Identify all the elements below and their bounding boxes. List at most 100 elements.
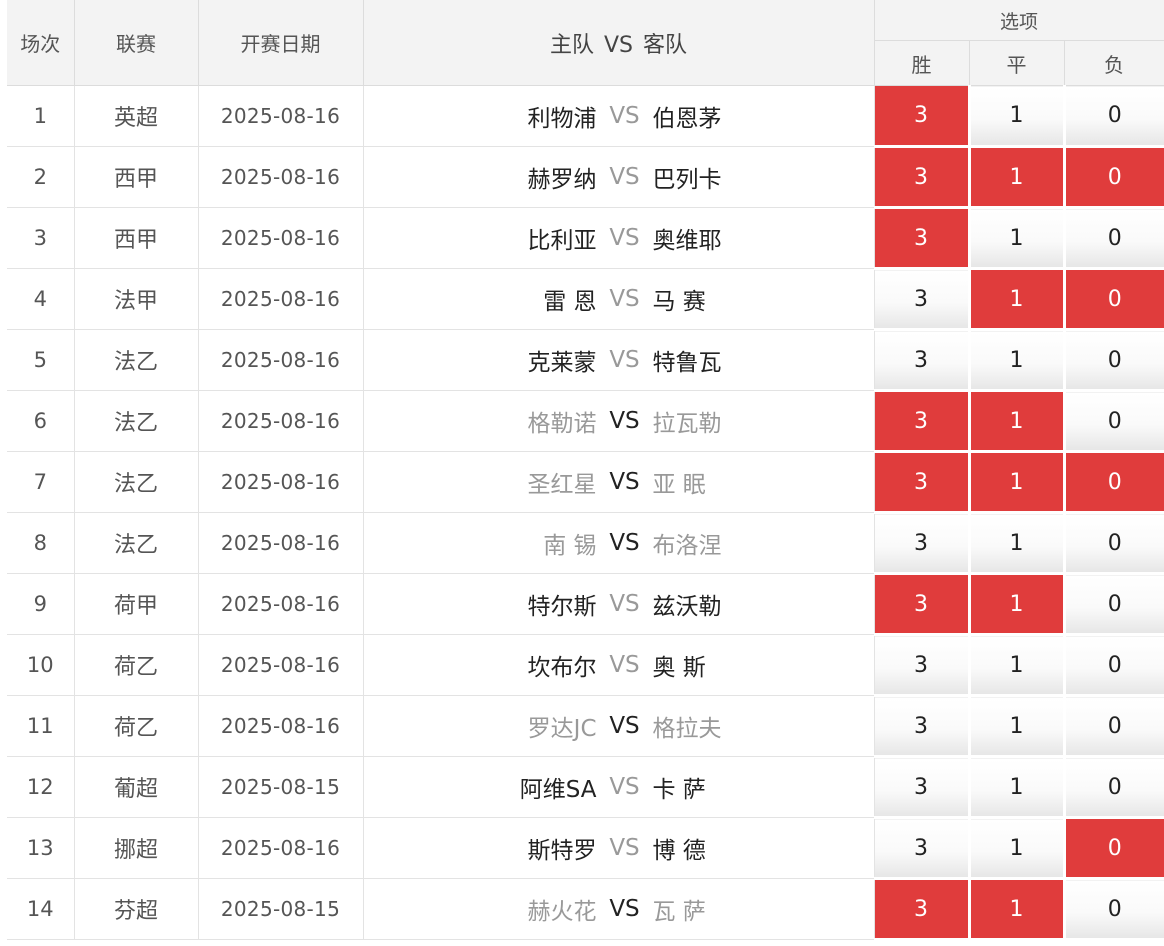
match-row: 8 法乙 2025-08-16 南 锡 VS 布洛涅 3 1 0 [7,512,1164,575]
home-team: 格勒诺 [527,411,597,437]
match-date: 2025-08-16 [198,268,364,330]
vs-label: VS [609,103,640,129]
option-win-button[interactable]: 3 [874,878,971,941]
match-number: 6 [7,390,75,452]
option-win-button[interactable]: 3 [874,329,971,392]
option-lose-button[interactable]: 0 [1064,573,1164,636]
match-number: 5 [7,329,75,391]
matchup-cell: 坎布尔 VS 奥 斯 [363,634,875,696]
option-lose-button[interactable]: 0 [1064,878,1164,941]
match-row: 10 荷乙 2025-08-16 坎布尔 VS 奥 斯310 [7,634,1164,697]
match-row: 7 法乙 2025-08-16 圣红星 VS 亚 眠 310 [7,451,1164,514]
league-name: 芬超 [74,878,199,940]
option-lose-button[interactable]: 0 [1064,329,1164,392]
option-win-button[interactable]: 3 [874,146,971,209]
match-number: 7 [7,451,75,513]
header-lose: 负 [1064,40,1164,86]
match-date: 2025-08-16 [198,695,364,757]
option-lose-button[interactable]: 0 [1064,207,1164,270]
option-win-button[interactable]: 3 [874,512,971,575]
matchup-cell: 斯特罗 VS 博 德 [363,817,875,879]
option-lose-button[interactable]: 0 [1064,756,1164,819]
home-team: 克莱蒙 [527,350,597,376]
header-draw: 平 [969,40,1065,86]
option-draw-button[interactable]: 1 [969,695,1066,758]
option-win-button[interactable]: 3 [874,207,971,270]
home-team: 利物浦 [527,106,597,132]
vs-label: VS [609,164,640,190]
option-draw-button[interactable]: 1 [969,817,1066,880]
option-draw-button[interactable]: 1 [969,85,1066,148]
match-number: 4 [7,268,75,330]
option-draw-button[interactable]: 1 [969,634,1066,697]
option-draw-button[interactable]: 1 [969,390,1066,453]
match-date: 2025-08-15 [198,756,364,818]
match-number: 10 [7,634,75,696]
away-team: 奥维耶 [652,228,722,254]
away-team: 伯恩茅 [652,106,722,132]
matchup-cell: 格勒诺 VS 拉瓦勒 [363,390,875,452]
option-draw-button[interactable]: 1 [969,878,1066,941]
match-number: 11 [7,695,75,757]
option-draw-button[interactable]: 1 [969,207,1066,270]
option-draw-button[interactable]: 1 [969,146,1066,209]
option-win-button[interactable]: 3 [874,634,971,697]
match-number: 14 [7,878,75,940]
home-team: 比利亚 [527,228,597,254]
option-win-button[interactable]: 3 [874,817,971,880]
match-row: 5 法乙 2025-08-16 克莱蒙 VS 特鲁瓦 3 1 0 [7,329,1164,392]
option-win-button[interactable]: 3 [874,695,971,758]
match-date: 2025-08-16 [198,329,364,391]
option-lose-button[interactable]: 0 [1064,268,1164,331]
option-lose-button[interactable]: 0 [1064,634,1164,697]
option-lose-button[interactable]: 0 [1064,695,1164,758]
option-draw-button[interactable]: 1 [969,451,1066,514]
match-date: 2025-08-16 [198,573,364,635]
match-row: 14 芬超 2025-08-15 赫火花 VS 瓦 萨 310 [7,878,1164,941]
away-team: 兹沃勒 [652,594,722,620]
league-name: 挪超 [74,817,199,879]
home-team: 南 锡 [543,533,597,559]
match-date: 2025-08-16 [198,512,364,574]
option-win-button[interactable]: 3 [874,756,971,819]
option-lose-button[interactable]: 0 [1064,817,1164,880]
option-draw-button[interactable]: 1 [969,512,1066,575]
vs-label: VS [609,347,640,373]
home-team: 阿维SA [519,777,597,803]
header-win: 胜 [874,40,970,86]
option-win-button[interactable]: 3 [874,573,971,636]
match-date: 2025-08-16 [198,390,364,452]
vs-label: VS [609,896,640,922]
match-row: 3 西甲 2025-08-16 比利亚 VS 奥维耶 3 1 0 [7,207,1164,270]
away-team: 格拉夫 [652,716,722,742]
option-draw-button[interactable]: 1 [969,268,1066,331]
option-draw-button[interactable]: 1 [969,573,1066,636]
header-home: 主队 [549,32,594,58]
option-win-button[interactable]: 3 [874,451,971,514]
option-lose-button[interactable]: 0 [1064,146,1164,209]
option-lose-button[interactable]: 0 [1064,85,1164,148]
option-draw-button[interactable]: 1 [969,756,1066,819]
home-team: 赫火花 [527,899,597,925]
league-name: 西甲 [74,207,199,269]
match-row: 1 英超 2025-08-16 利物浦 VS 伯恩茅 3 1 0 [7,85,1164,148]
option-draw-button[interactable]: 1 [969,329,1066,392]
league-name: 荷乙 [74,634,199,696]
option-lose-button[interactable]: 0 [1064,512,1164,575]
option-lose-button[interactable]: 0 [1064,451,1164,514]
match-number: 1 [7,85,75,147]
header-date: 开赛日期 [198,0,364,86]
header-match-no: 场次 [7,0,75,86]
away-team: 马 赛 [652,289,706,315]
match-number: 2 [7,146,75,208]
option-win-button[interactable]: 3 [874,85,971,148]
option-win-button[interactable]: 3 [874,390,971,453]
header-matchup: 主队 VS 客队 [363,0,875,86]
league-name: 法乙 [74,512,199,574]
league-name: 葡超 [74,756,199,818]
option-lose-button[interactable]: 0 [1064,390,1164,453]
away-team: 博 德 [652,838,706,864]
matchup-cell: 圣红星 VS 亚 眠 [363,451,875,513]
option-win-button[interactable]: 3 [874,268,971,331]
league-name: 法乙 [74,329,199,391]
